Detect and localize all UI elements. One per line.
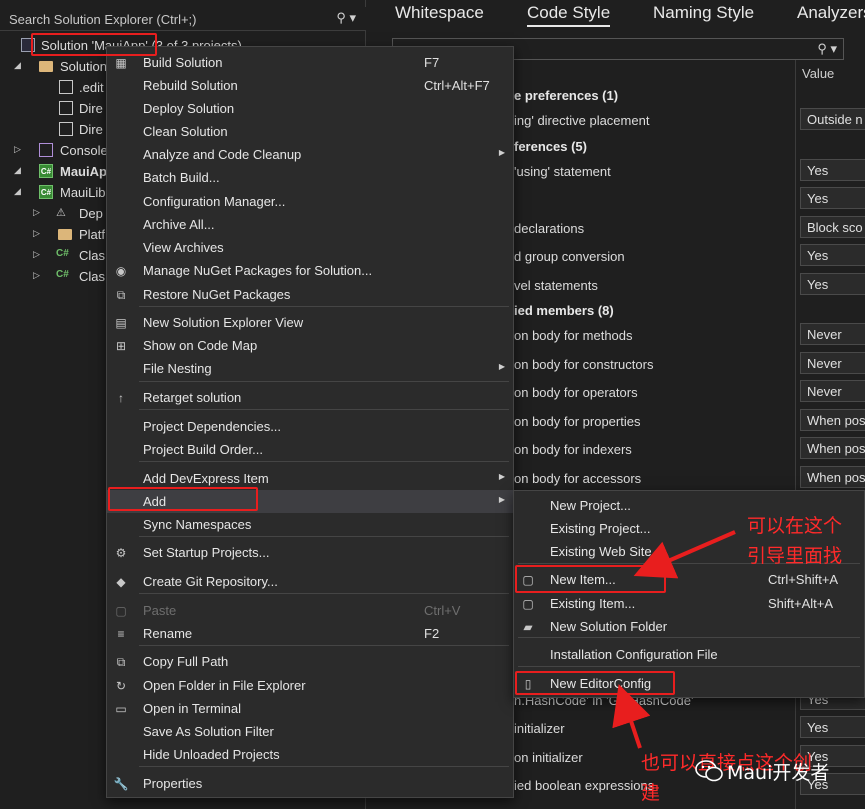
callout-text-line: 建 [641,782,661,804]
annotation-arrows [612,530,736,749]
arrow-to-editorconfig [612,684,651,749]
callout-text-line: 引导里面找 [747,545,843,567]
wechat-logo-icon [695,760,723,782]
callout-text-line: 可以在这个 [747,515,843,537]
watermark-text: Maui开发者 [727,762,830,784]
arrow-to-new-item [633,530,736,579]
watermark: Maui开发者 [695,756,855,786]
